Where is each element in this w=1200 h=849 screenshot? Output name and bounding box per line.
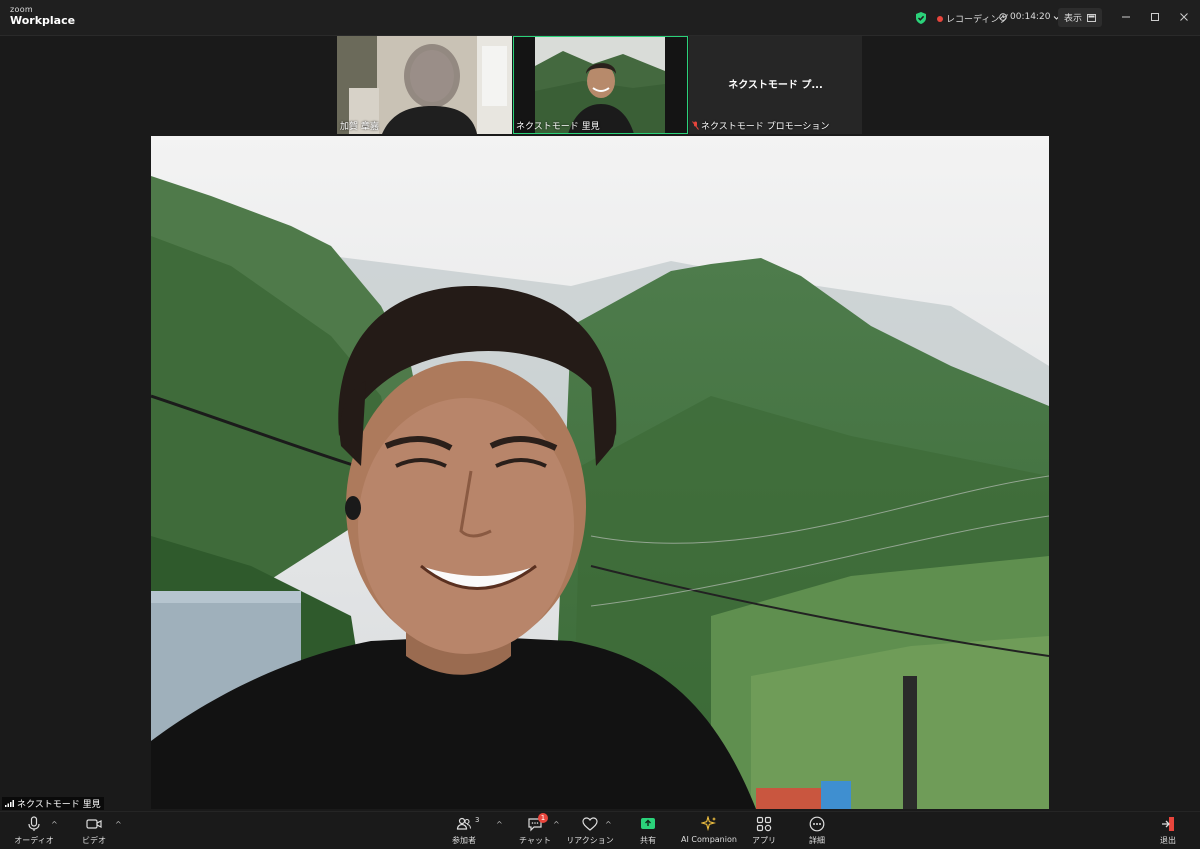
share-label: 共有 (640, 836, 656, 845)
view-label: 表示 (1064, 14, 1083, 24)
active-speaker-label: ネクストモード 里見 (2, 797, 104, 810)
reactions-options-caret-icon[interactable]: ^ (605, 820, 612, 829)
more-button[interactable]: 詳細 (787, 816, 847, 846)
logo-top-text: zoom (10, 5, 33, 14)
reactions-label: リアクション (566, 836, 614, 845)
mic-muted-icon (692, 121, 699, 130)
participant-tile-title: ネクストモード プ... (728, 80, 823, 91)
apps-label: アプリ (752, 836, 776, 845)
share-button[interactable]: 共有 (618, 816, 678, 846)
video-camera-icon (86, 819, 102, 829)
recording-indicator[interactable]: レコーディング (937, 12, 1008, 25)
participants-count: 3 (475, 816, 480, 824)
meeting-timer[interactable]: 00:14:20 (999, 12, 1060, 22)
logo-bottom-text: Workplace (10, 14, 76, 27)
leave-button[interactable]: 退出 (1138, 816, 1198, 846)
participant-tile-no-video[interactable]: ネクストモード プ... ネクストモード プロモーション (689, 36, 862, 134)
signal-strength-icon (5, 800, 14, 807)
minimize-icon[interactable] (1118, 9, 1134, 25)
heart-icon (582, 817, 598, 831)
meeting-toolbar: オーディオ ^ ビデオ ^ 参加者 3 ^ チャット 1 ^ リアクション ^ … (0, 811, 1200, 849)
participants-button[interactable]: 参加者 (434, 816, 494, 846)
participants-options-caret-icon[interactable]: ^ (496, 820, 503, 829)
apps-button[interactable]: アプリ (734, 816, 794, 846)
video-label: ビデオ (82, 836, 106, 845)
leave-door-icon (1162, 817, 1174, 831)
participant-tile-active[interactable]: ネクストモード 里見 (513, 36, 688, 134)
chat-unread-badge: 1 (538, 813, 548, 823)
maximize-icon[interactable] (1147, 9, 1163, 25)
clock-icon (999, 13, 1007, 21)
active-speaker-name: ネクストモード 里見 (17, 800, 101, 810)
view-button[interactable]: 表示 (1058, 8, 1103, 27)
participant-name-row: ネクストモード プロモーション (692, 119, 829, 132)
participant-name: 加賀 章嘉 (340, 122, 379, 132)
share-screen-icon (641, 818, 655, 829)
zoom-logo: zoom Workplace (10, 5, 76, 27)
participant-name: ネクストモード プロモーション (701, 122, 830, 132)
microphone-icon (28, 816, 40, 831)
close-icon[interactable] (1176, 9, 1192, 25)
title-bar: zoom Workplace レコーディング 00:14:20 表示 (0, 0, 1200, 36)
sparkle-icon (701, 816, 717, 832)
chat-options-caret-icon[interactable]: ^ (553, 820, 560, 829)
apps-grid-icon (756, 816, 772, 832)
more-label: 詳細 (809, 836, 825, 845)
participants-label: 参加者 (452, 836, 476, 845)
shield-check-icon[interactable] (914, 11, 928, 25)
ai-companion-label: AI Companion (681, 835, 737, 844)
recording-dot-icon (937, 15, 943, 22)
audio-options-caret-icon[interactable]: ^ (51, 820, 58, 829)
grid-view-icon (1087, 13, 1096, 22)
main-video[interactable] (151, 136, 1049, 809)
participant-name: ネクストモード 里見 (516, 122, 600, 132)
more-dots-icon (809, 816, 825, 832)
video-options-caret-icon[interactable]: ^ (115, 820, 122, 829)
participants-icon (456, 817, 472, 830)
participant-tile[interactable]: 加賀 章嘉 (337, 36, 512, 134)
audio-label: オーディオ (14, 836, 54, 845)
timer-value: 00:14:20 (1010, 12, 1051, 22)
speaker-video (151, 136, 1049, 809)
leave-label: 退出 (1160, 836, 1176, 845)
chat-label: チャット (519, 836, 551, 845)
